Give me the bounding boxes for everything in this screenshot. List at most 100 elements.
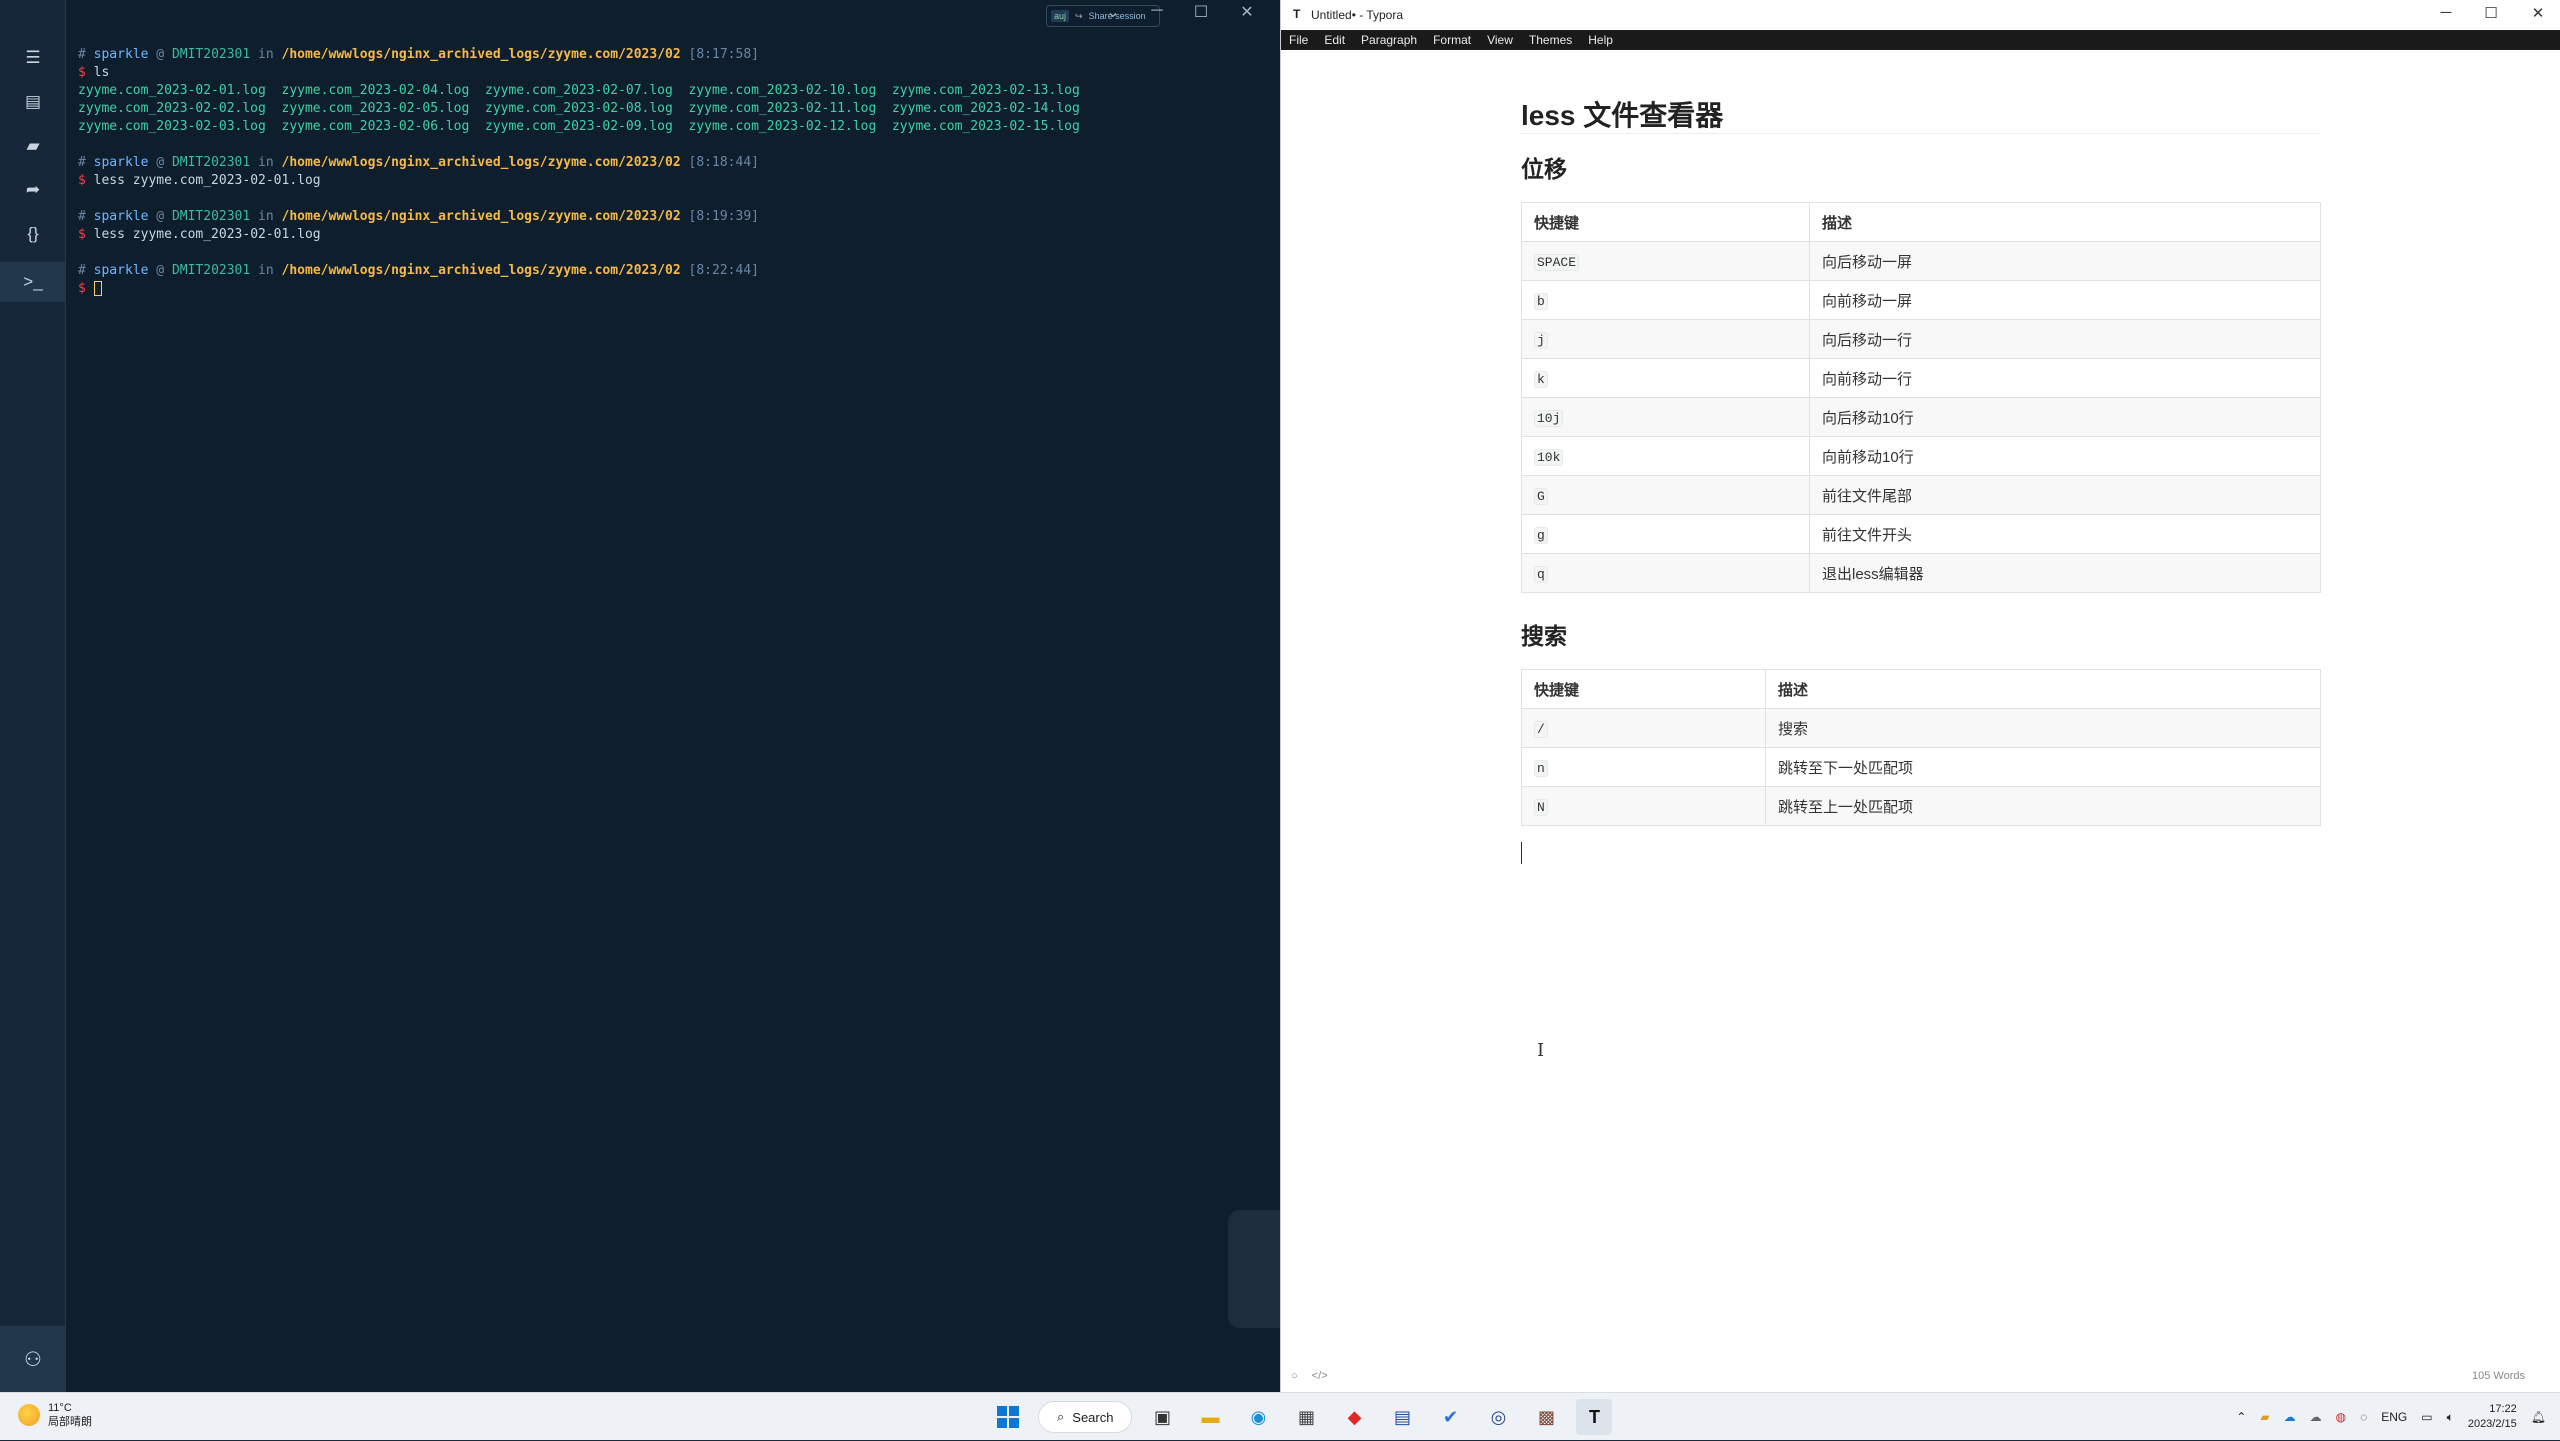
- key-cell: 10k: [1534, 448, 1564, 466]
- table-header[interactable]: 描述: [1765, 669, 2321, 709]
- menu-file[interactable]: File: [1289, 33, 1308, 47]
- prompt-time: [8:22:44]: [688, 263, 759, 278]
- desc-cell[interactable]: 搜索: [1765, 708, 2321, 748]
- key-cell: k: [1534, 370, 1548, 388]
- tray-alert-icon[interactable]: ◍: [2336, 1410, 2346, 1424]
- desc-cell[interactable]: 向后移动一行: [1809, 319, 2321, 359]
- document-editor[interactable]: less 文件查看器 位移 快捷键 描述 SPACE 向后移动一屏 b 向前移动一屏…: [1521, 94, 2321, 850]
- command-text: less zyyme.com_2023-02-01.log: [93, 227, 321, 242]
- hosts-icon[interactable]: ▤: [0, 82, 66, 122]
- source-mode-icon[interactable]: </>: [1312, 1370, 1328, 1382]
- task-view-icon[interactable]: ▣: [1144, 1399, 1180, 1435]
- folder-icon[interactable]: ▰: [0, 126, 66, 166]
- maximize-button[interactable]: ☐: [1186, 2, 1216, 22]
- minimize-button[interactable]: ─: [1142, 2, 1172, 20]
- word-count[interactable]: 105 Words: [2472, 1370, 2525, 1382]
- minimize-button[interactable]: ─: [2423, 4, 2469, 21]
- tray-app-icon[interactable]: ▰: [2260, 1410, 2269, 1424]
- weather-temp: 11°C: [48, 1402, 72, 1414]
- lang-indicator[interactable]: ENG: [2381, 1410, 2407, 1424]
- display-icon[interactable]: ▭: [2421, 1410, 2432, 1424]
- key-cell: N: [1534, 798, 1548, 816]
- menu-edit[interactable]: Edit: [1324, 33, 1345, 47]
- menu-themes[interactable]: Themes: [1529, 33, 1572, 47]
- prompt-line: # sparkle @ DMIT202301 in /home/wwwlogs/…: [78, 154, 1270, 172]
- prompt-in: in: [258, 263, 274, 278]
- desc-cell[interactable]: 跳转至下一处匹配项: [1765, 747, 2321, 787]
- terminal-output[interactable]: # sparkle @ DMIT202301 in /home/wwwlogs/…: [78, 46, 1270, 298]
- chevron-down-icon[interactable]: ⌄: [1098, 2, 1128, 22]
- prompt-user: sparkle: [93, 209, 149, 224]
- key-cell: n: [1534, 759, 1548, 777]
- command-line[interactable]: $: [78, 280, 1270, 298]
- volume-icon[interactable]: 🔈︎: [2447, 1410, 2454, 1425]
- edge-icon[interactable]: ◉: [1240, 1399, 1276, 1435]
- section-heading[interactable]: 位移: [1521, 150, 2321, 184]
- clock[interactable]: 17:22 2023/2/15: [2468, 1402, 2517, 1432]
- desc-cell[interactable]: 退出less编辑器: [1809, 553, 2321, 593]
- typora-taskbar-icon[interactable]: T: [1576, 1399, 1613, 1435]
- prompt-path: /home/wwwlogs/nginx_archived_logs/zyyme.…: [281, 209, 681, 224]
- ls-output-row: zyyme.com_2023-02-02.log zyyme.com_2023-…: [78, 101, 1080, 116]
- outline-toggle-icon[interactable]: ○: [1291, 1370, 1298, 1382]
- desc-cell[interactable]: 跳转至上一处匹配项: [1765, 786, 2321, 826]
- calendar-icon[interactable]: ▤: [1384, 1399, 1420, 1435]
- todo-icon[interactable]: ✔: [1432, 1399, 1468, 1435]
- file-explorer-icon[interactable]: ▬: [1192, 1399, 1228, 1435]
- search-label: Search: [1072, 1409, 1114, 1425]
- taskbar-search[interactable]: ⌕ Search: [1038, 1401, 1133, 1433]
- menu-icon[interactable]: ☰: [0, 38, 66, 78]
- table-header[interactable]: 快捷键: [1521, 669, 1766, 709]
- section-heading[interactable]: 搜索: [1521, 617, 2321, 651]
- desc-cell[interactable]: 前往文件开头: [1809, 514, 2321, 554]
- ibeam-cursor-icon: I: [1537, 1040, 1545, 1061]
- prompt-in: in: [258, 209, 274, 224]
- weather-widget[interactable]: 11°C 局部晴朗: [18, 1401, 92, 1429]
- doc-title[interactable]: less 文件查看器: [1521, 94, 2321, 134]
- table-header[interactable]: 描述: [1809, 202, 2321, 242]
- system-tray: ⌃ ▰ ☁ ☁ ◍ ◌ ENG ▭ 🔈︎ 17:22 2023/2/15 🔔︎: [2236, 1393, 2546, 1441]
- onedrive-icon[interactable]: ☁: [2284, 1410, 2296, 1424]
- close-button[interactable]: ✕: [2515, 4, 2560, 22]
- menu-paragraph[interactable]: Paragraph: [1361, 33, 1417, 47]
- desc-cell[interactable]: 前往文件尾部: [1809, 475, 2321, 515]
- app-red-icon[interactable]: ◆: [1336, 1399, 1372, 1435]
- team-icon[interactable]: ⚇: [0, 1326, 66, 1392]
- shortcut-table-search[interactable]: 快捷键 描述 / 搜索 n 跳转至下一处匹配项 N 跳转至上一处匹配项: [1521, 669, 2321, 826]
- store-icon[interactable]: ▦: [1288, 1399, 1324, 1435]
- ls-output-row: zyyme.com_2023-02-01.log zyyme.com_2023-…: [78, 83, 1080, 98]
- desc-cell[interactable]: 向前移动一屏: [1809, 280, 2321, 320]
- shortcut-table-movement[interactable]: 快捷键 描述 SPACE 向后移动一屏 b 向前移动一屏 j 向后移动一行 k 向前移动…: [1521, 202, 2321, 593]
- forward-icon[interactable]: ➦: [0, 170, 66, 210]
- desc-cell[interactable]: 向前移动一行: [1809, 358, 2321, 398]
- prompt-dollar: $: [78, 281, 86, 296]
- desc-cell[interactable]: 向后移动10行: [1809, 397, 2321, 437]
- typora-app-icon: T: [1293, 7, 1301, 21]
- desc-cell[interactable]: 向前移动10行: [1809, 436, 2321, 476]
- prompt-dollar: $: [78, 65, 86, 80]
- menu-help[interactable]: Help: [1588, 33, 1613, 47]
- network-icon[interactable]: ◌: [2360, 1410, 2367, 1424]
- key-cell: SPACE: [1534, 253, 1580, 271]
- menu-view[interactable]: View: [1487, 33, 1513, 47]
- notification-icon[interactable]: 🔔︎: [2531, 1410, 2546, 1424]
- terminal-icon[interactable]: >_: [0, 262, 66, 302]
- prompt-hash: #: [78, 47, 86, 62]
- chevron-up-icon[interactable]: ⌃: [2236, 1410, 2246, 1424]
- prompt-at: @: [156, 263, 165, 278]
- start-button[interactable]: [990, 1399, 1026, 1435]
- table-row: q 退出less编辑器: [1521, 553, 2321, 593]
- menu-format[interactable]: Format: [1433, 33, 1471, 47]
- app-circle-icon[interactable]: ◎: [1480, 1399, 1516, 1435]
- table-row: g 前往文件开头: [1521, 514, 2321, 554]
- side-panel-handle[interactable]: [1228, 1210, 1280, 1328]
- maximize-button[interactable]: ☐: [2468, 4, 2514, 22]
- prompt-dollar: $: [78, 173, 86, 188]
- desc-cell[interactable]: 向后移动一屏: [1809, 241, 2321, 281]
- table-header[interactable]: 快捷键: [1521, 202, 1810, 242]
- app-image-icon[interactable]: ▩: [1528, 1399, 1564, 1435]
- cloud-icon[interactable]: ☁: [2310, 1410, 2322, 1424]
- ls-output-row: zyyme.com_2023-02-03.log zyyme.com_2023-…: [78, 119, 1080, 134]
- close-button[interactable]: ✕: [1232, 2, 1262, 22]
- snippets-icon[interactable]: {}: [0, 214, 66, 254]
